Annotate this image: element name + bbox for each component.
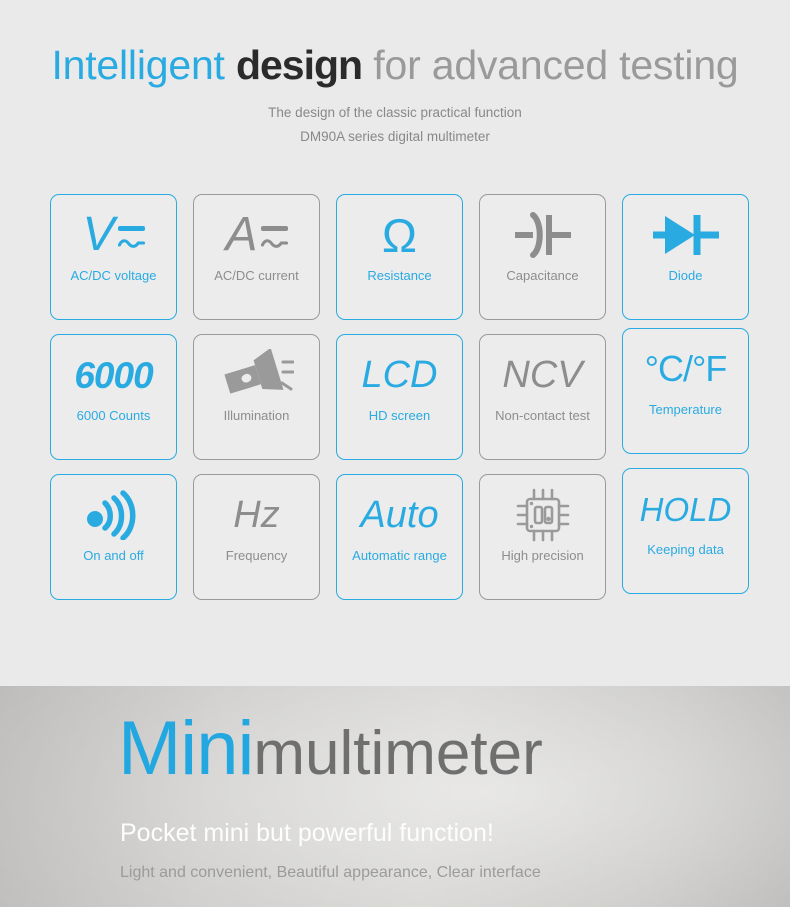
feature-label: Automatic range [352, 548, 447, 563]
page-title: Intelligent design for advanced testing [0, 42, 790, 88]
feature-card-diode[interactable]: Diode [622, 194, 749, 320]
diode-symbol-icon [652, 215, 719, 255]
feature-card-ncv[interactable]: NCV Non-contact test [479, 334, 606, 460]
dc-bar-icon [260, 226, 288, 231]
feature-grid: V AC/DC voltage A AC/DC current Ω Resist… [50, 194, 749, 600]
capacitor-symbol-icon [514, 212, 571, 258]
diode-icon [623, 195, 748, 269]
feature-card-6000-counts[interactable]: 6000 6000 Counts [50, 334, 177, 460]
title-part-design: design [235, 42, 363, 88]
ac-tilde-icon [117, 239, 145, 248]
feature-label: Non-contact test [495, 408, 590, 423]
temperature-glyph: °C/°F [644, 348, 728, 389]
feature-card-frequency[interactable]: Hz Frequency [193, 474, 320, 600]
frequency-hz-icon: Hz [194, 475, 319, 549]
current-letter: A [225, 208, 258, 262]
feature-label: AC/DC voltage [70, 268, 157, 283]
banner-title-mini: Mini [118, 706, 254, 791]
feature-card-capacitance[interactable]: Capacitance [479, 194, 606, 320]
capacitance-icon [480, 195, 605, 269]
page-root: Intelligent design for advanced testing … [0, 0, 790, 907]
feature-label: High precision [501, 548, 584, 563]
feature-card-resistance[interactable]: Ω Resistance [336, 194, 463, 320]
feature-card-high-precision[interactable]: High precision [479, 474, 606, 600]
counts-6000-icon: 6000 [51, 335, 176, 409]
feature-card-illumination[interactable]: Illumination [193, 334, 320, 460]
dc-bar-icon [117, 226, 145, 231]
banner-title-multimeter: multimeter [253, 719, 543, 788]
feature-card-ac-dc-current[interactable]: A AC/DC current [193, 194, 320, 320]
lcd-glyph: LCD [361, 354, 438, 396]
voltage-ac-dc-icon: V [51, 195, 176, 269]
chip-symbol-icon [516, 488, 569, 542]
feature-label: HD screen [368, 408, 431, 423]
resistance-omega-icon: Ω [337, 195, 462, 269]
counts-glyph: 6000 [74, 354, 153, 396]
voltage-letter: V [82, 208, 115, 262]
feature-card-hold[interactable]: HOLD Keeping data [622, 468, 749, 594]
feature-label: Frequency [225, 548, 288, 563]
banner-tagline: Pocket mini but powerful function! [120, 819, 494, 847]
title-part-tail: for advanced testing [373, 42, 739, 88]
feature-card-temperature[interactable]: °C/°F Temperature [622, 328, 749, 454]
feature-label: 6000 Counts [76, 408, 151, 423]
ac-tilde-icon [260, 239, 288, 248]
temperature-icon: °C/°F [623, 329, 748, 403]
hz-glyph: Hz [233, 494, 280, 536]
chip-precision-icon [480, 475, 605, 549]
lcd-icon: LCD [337, 335, 462, 409]
bottom-banner: Minimultimeter Pocket mini but powerful … [0, 686, 790, 907]
auto-range-icon: Auto [337, 475, 462, 549]
header-section: Intelligent design for advanced testing … [0, 0, 790, 144]
auto-glyph: Auto [360, 494, 439, 536]
feature-label: Capacitance [506, 268, 579, 283]
feature-label: Illumination [223, 408, 290, 423]
feature-label: AC/DC current [214, 268, 299, 283]
current-ac-dc-icon: A [194, 195, 319, 269]
sound-wave-symbol-icon [86, 490, 135, 540]
banner-subtitle: Light and convenient, Beautiful appearan… [120, 864, 541, 881]
ncv-icon: NCV [480, 335, 605, 409]
buzzer-sound-icon [51, 475, 176, 549]
feature-label: Resistance [367, 268, 432, 283]
feature-card-auto-range[interactable]: Auto Automatic range [336, 474, 463, 600]
title-part-intelligent: Intelligent [51, 42, 225, 88]
header-subtitle-1: The design of the classic practical func… [268, 105, 522, 121]
feature-label: Diode [668, 268, 703, 283]
feature-label: On and off [83, 548, 144, 563]
banner-title: Minimultimeter [118, 705, 543, 792]
feature-label: Temperature [649, 402, 722, 417]
feature-card-ac-dc-voltage[interactable]: V AC/DC voltage [50, 194, 177, 320]
header-subtitle-2: DM90A series digital multimeter [300, 129, 490, 145]
feature-label: Keeping data [647, 542, 724, 557]
ncv-glyph: NCV [502, 354, 583, 396]
flashlight-icon [194, 335, 319, 409]
feature-card-buzzer[interactable]: On and off [50, 474, 177, 600]
hold-icon: HOLD [623, 469, 748, 543]
hold-glyph: HOLD [639, 490, 732, 528]
flashlight-symbol-icon [223, 349, 294, 394]
omega-glyph: Ω [381, 208, 418, 262]
feature-card-hd-screen[interactable]: LCD HD screen [336, 334, 463, 460]
